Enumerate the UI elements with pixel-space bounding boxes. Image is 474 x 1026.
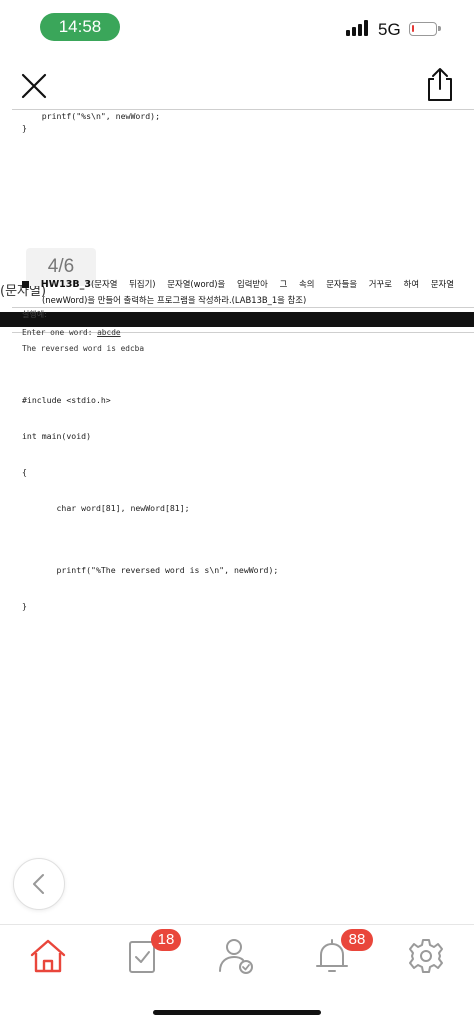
code-line: }: [22, 123, 27, 133]
network-label: 5G: [378, 20, 401, 39]
code-block: #include <stdio.h> int main(void) { char…: [22, 370, 190, 538]
home-indicator: [153, 1010, 321, 1015]
tab-people[interactable]: [215, 934, 259, 978]
prev-page-code: printf("%s\n", newWord);}: [22, 110, 160, 134]
code-block-tail: printf("%The reversed word is s\n", newW…: [22, 540, 278, 636]
viewer-header: [0, 60, 474, 108]
problem-word: 거꾸로: [368, 279, 392, 289]
page-gap: [0, 312, 474, 327]
notifications-badge: 88: [341, 929, 373, 951]
problem-word: 그: [279, 279, 288, 289]
code-line: }: [22, 601, 27, 611]
status-bar: 14:58 5G: [0, 0, 474, 52]
chevron-left-icon: [33, 874, 44, 894]
problem-word: 뒤집기): [129, 279, 156, 289]
problem-word: 문자들을: [326, 279, 358, 289]
problem-title: HW13B_3: [40, 279, 92, 290]
tab-home[interactable]: [26, 934, 70, 978]
code-line: {: [22, 467, 27, 477]
problem-word: 문자열: [430, 279, 454, 289]
problem-line-1: HW13B_3(문자열 뒤집기) 문자열(word)을 입력받아 그 속의 문자…: [22, 278, 454, 291]
problem-word: (문자열: [91, 279, 118, 289]
run-example-label: 실행예:: [22, 310, 47, 319]
home-icon: [30, 939, 66, 973]
run-input-prompt: Enter one word:: [22, 328, 98, 337]
run-output-line: The reversed word is edcba: [22, 344, 145, 353]
tab-bar-divider: [0, 924, 474, 925]
code-line: printf("%s\n", newWord);: [22, 111, 161, 121]
status-time: 14:58: [40, 13, 120, 41]
problem-title-wrap: HW13B_3(문자열: [41, 278, 118, 291]
code-line: int main(void): [22, 431, 92, 441]
back-button[interactable]: [13, 858, 65, 910]
code-line: printf("%The reversed word is s\n", newW…: [22, 565, 279, 575]
user-check-icon: [219, 939, 253, 974]
share-icon[interactable]: [424, 66, 456, 102]
code-line: #include <stdio.h>: [22, 395, 111, 405]
tasks-badge: 18: [151, 929, 181, 951]
problem-word: 문자열(word)을: [167, 279, 226, 289]
gear-icon: [409, 939, 443, 973]
battery-icon: [409, 22, 441, 36]
run-input-line: Enter one word: abcde: [22, 328, 121, 337]
problem-word: 하여: [403, 279, 420, 289]
problem-line-2: (newWord)을 만들어 출력하는 프로그램을 작성하라.(LAB13B_1…: [42, 295, 307, 305]
signal-icon: [346, 20, 370, 36]
run-input-value: abcde: [97, 328, 121, 337]
close-icon[interactable]: [18, 70, 50, 102]
bullet-square: [22, 281, 29, 288]
tab-settings[interactable]: [404, 934, 448, 978]
problem-word: 속의: [299, 279, 315, 289]
page-divider: [12, 307, 474, 308]
problem-word: 입력받아: [237, 279, 268, 289]
code-line: char word[81], newWord[81];: [22, 503, 190, 513]
